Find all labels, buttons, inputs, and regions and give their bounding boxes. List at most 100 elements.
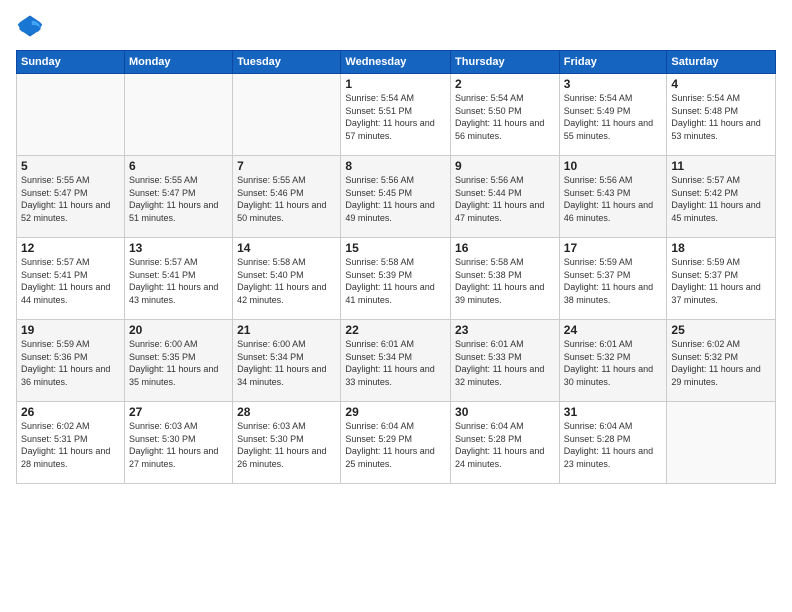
day-info: Sunrise: 5:55 AM Sunset: 5:47 PM Dayligh… (129, 174, 228, 224)
calendar-cell (17, 74, 125, 156)
calendar-cell: 15Sunrise: 5:58 AM Sunset: 5:39 PM Dayli… (341, 238, 451, 320)
weekday-header: Wednesday (341, 51, 451, 74)
day-number: 14 (237, 241, 336, 255)
day-number: 29 (345, 405, 446, 419)
day-info: Sunrise: 6:04 AM Sunset: 5:28 PM Dayligh… (455, 420, 555, 470)
day-number: 19 (21, 323, 120, 337)
day-number: 18 (671, 241, 771, 255)
day-number: 11 (671, 159, 771, 173)
calendar-cell: 21Sunrise: 6:00 AM Sunset: 5:34 PM Dayli… (233, 320, 341, 402)
day-info: Sunrise: 6:04 AM Sunset: 5:28 PM Dayligh… (564, 420, 663, 470)
day-number: 7 (237, 159, 336, 173)
day-info: Sunrise: 6:03 AM Sunset: 5:30 PM Dayligh… (129, 420, 228, 470)
day-info: Sunrise: 5:59 AM Sunset: 5:36 PM Dayligh… (21, 338, 120, 388)
weekday-header: Sunday (17, 51, 125, 74)
day-info: Sunrise: 6:02 AM Sunset: 5:32 PM Dayligh… (671, 338, 771, 388)
calendar-cell: 1Sunrise: 5:54 AM Sunset: 5:51 PM Daylig… (341, 74, 451, 156)
day-info: Sunrise: 6:02 AM Sunset: 5:31 PM Dayligh… (21, 420, 120, 470)
calendar-cell: 23Sunrise: 6:01 AM Sunset: 5:33 PM Dayli… (451, 320, 560, 402)
day-number: 2 (455, 77, 555, 91)
calendar-cell: 19Sunrise: 5:59 AM Sunset: 5:36 PM Dayli… (17, 320, 125, 402)
day-info: Sunrise: 5:57 AM Sunset: 5:41 PM Dayligh… (129, 256, 228, 306)
calendar-cell: 29Sunrise: 6:04 AM Sunset: 5:29 PM Dayli… (341, 402, 451, 484)
weekday-header: Saturday (667, 51, 776, 74)
day-number: 16 (455, 241, 555, 255)
calendar-cell: 4Sunrise: 5:54 AM Sunset: 5:48 PM Daylig… (667, 74, 776, 156)
calendar-week-row: 12Sunrise: 5:57 AM Sunset: 5:41 PM Dayli… (17, 238, 776, 320)
calendar-cell: 16Sunrise: 5:58 AM Sunset: 5:38 PM Dayli… (451, 238, 560, 320)
day-number: 9 (455, 159, 555, 173)
day-info: Sunrise: 5:58 AM Sunset: 5:40 PM Dayligh… (237, 256, 336, 306)
logo (16, 12, 48, 40)
day-number: 28 (237, 405, 336, 419)
day-number: 23 (455, 323, 555, 337)
day-info: Sunrise: 6:01 AM Sunset: 5:33 PM Dayligh… (455, 338, 555, 388)
day-info: Sunrise: 5:54 AM Sunset: 5:50 PM Dayligh… (455, 92, 555, 142)
day-number: 30 (455, 405, 555, 419)
day-info: Sunrise: 5:57 AM Sunset: 5:42 PM Dayligh… (671, 174, 771, 224)
day-number: 8 (345, 159, 446, 173)
calendar-cell: 18Sunrise: 5:59 AM Sunset: 5:37 PM Dayli… (667, 238, 776, 320)
day-info: Sunrise: 5:59 AM Sunset: 5:37 PM Dayligh… (671, 256, 771, 306)
day-info: Sunrise: 6:00 AM Sunset: 5:35 PM Dayligh… (129, 338, 228, 388)
day-number: 22 (345, 323, 446, 337)
calendar-cell: 2Sunrise: 5:54 AM Sunset: 5:50 PM Daylig… (451, 74, 560, 156)
day-number: 24 (564, 323, 663, 337)
day-number: 13 (129, 241, 228, 255)
day-number: 10 (564, 159, 663, 173)
day-info: Sunrise: 5:55 AM Sunset: 5:47 PM Dayligh… (21, 174, 120, 224)
day-info: Sunrise: 5:54 AM Sunset: 5:48 PM Dayligh… (671, 92, 771, 142)
day-number: 21 (237, 323, 336, 337)
calendar-cell: 25Sunrise: 6:02 AM Sunset: 5:32 PM Dayli… (667, 320, 776, 402)
day-info: Sunrise: 6:00 AM Sunset: 5:34 PM Dayligh… (237, 338, 336, 388)
calendar-cell: 12Sunrise: 5:57 AM Sunset: 5:41 PM Dayli… (17, 238, 125, 320)
calendar-cell: 10Sunrise: 5:56 AM Sunset: 5:43 PM Dayli… (559, 156, 667, 238)
calendar-cell: 5Sunrise: 5:55 AM Sunset: 5:47 PM Daylig… (17, 156, 125, 238)
calendar-cell (233, 74, 341, 156)
calendar-week-row: 1Sunrise: 5:54 AM Sunset: 5:51 PM Daylig… (17, 74, 776, 156)
weekday-header: Thursday (451, 51, 560, 74)
day-info: Sunrise: 5:55 AM Sunset: 5:46 PM Dayligh… (237, 174, 336, 224)
day-info: Sunrise: 6:01 AM Sunset: 5:32 PM Dayligh… (564, 338, 663, 388)
calendar-cell: 8Sunrise: 5:56 AM Sunset: 5:45 PM Daylig… (341, 156, 451, 238)
weekday-header: Tuesday (233, 51, 341, 74)
calendar-cell (667, 402, 776, 484)
weekday-header: Monday (124, 51, 232, 74)
page: SundayMondayTuesdayWednesdayThursdayFrid… (0, 0, 792, 612)
calendar-week-row: 26Sunrise: 6:02 AM Sunset: 5:31 PM Dayli… (17, 402, 776, 484)
day-info: Sunrise: 5:54 AM Sunset: 5:51 PM Dayligh… (345, 92, 446, 142)
calendar-cell: 9Sunrise: 5:56 AM Sunset: 5:44 PM Daylig… (451, 156, 560, 238)
day-number: 31 (564, 405, 663, 419)
day-number: 3 (564, 77, 663, 91)
day-info: Sunrise: 5:57 AM Sunset: 5:41 PM Dayligh… (21, 256, 120, 306)
day-number: 26 (21, 405, 120, 419)
logo-icon (16, 12, 44, 40)
calendar-header-row: SundayMondayTuesdayWednesdayThursdayFrid… (17, 51, 776, 74)
day-number: 5 (21, 159, 120, 173)
day-info: Sunrise: 5:58 AM Sunset: 5:38 PM Dayligh… (455, 256, 555, 306)
calendar-cell: 3Sunrise: 5:54 AM Sunset: 5:49 PM Daylig… (559, 74, 667, 156)
day-number: 12 (21, 241, 120, 255)
calendar-cell: 30Sunrise: 6:04 AM Sunset: 5:28 PM Dayli… (451, 402, 560, 484)
day-info: Sunrise: 5:59 AM Sunset: 5:37 PM Dayligh… (564, 256, 663, 306)
day-number: 1 (345, 77, 446, 91)
day-number: 6 (129, 159, 228, 173)
day-number: 27 (129, 405, 228, 419)
day-info: Sunrise: 5:54 AM Sunset: 5:49 PM Dayligh… (564, 92, 663, 142)
day-info: Sunrise: 5:58 AM Sunset: 5:39 PM Dayligh… (345, 256, 446, 306)
day-info: Sunrise: 5:56 AM Sunset: 5:45 PM Dayligh… (345, 174, 446, 224)
day-info: Sunrise: 5:56 AM Sunset: 5:43 PM Dayligh… (564, 174, 663, 224)
calendar-cell: 27Sunrise: 6:03 AM Sunset: 5:30 PM Dayli… (124, 402, 232, 484)
day-info: Sunrise: 5:56 AM Sunset: 5:44 PM Dayligh… (455, 174, 555, 224)
day-info: Sunrise: 6:03 AM Sunset: 5:30 PM Dayligh… (237, 420, 336, 470)
calendar-cell: 6Sunrise: 5:55 AM Sunset: 5:47 PM Daylig… (124, 156, 232, 238)
calendar-cell: 20Sunrise: 6:00 AM Sunset: 5:35 PM Dayli… (124, 320, 232, 402)
day-info: Sunrise: 6:01 AM Sunset: 5:34 PM Dayligh… (345, 338, 446, 388)
calendar-cell: 17Sunrise: 5:59 AM Sunset: 5:37 PM Dayli… (559, 238, 667, 320)
calendar-cell: 22Sunrise: 6:01 AM Sunset: 5:34 PM Dayli… (341, 320, 451, 402)
calendar-week-row: 5Sunrise: 5:55 AM Sunset: 5:47 PM Daylig… (17, 156, 776, 238)
header (16, 12, 776, 40)
calendar-table: SundayMondayTuesdayWednesdayThursdayFrid… (16, 50, 776, 484)
calendar-cell: 26Sunrise: 6:02 AM Sunset: 5:31 PM Dayli… (17, 402, 125, 484)
calendar-cell: 14Sunrise: 5:58 AM Sunset: 5:40 PM Dayli… (233, 238, 341, 320)
